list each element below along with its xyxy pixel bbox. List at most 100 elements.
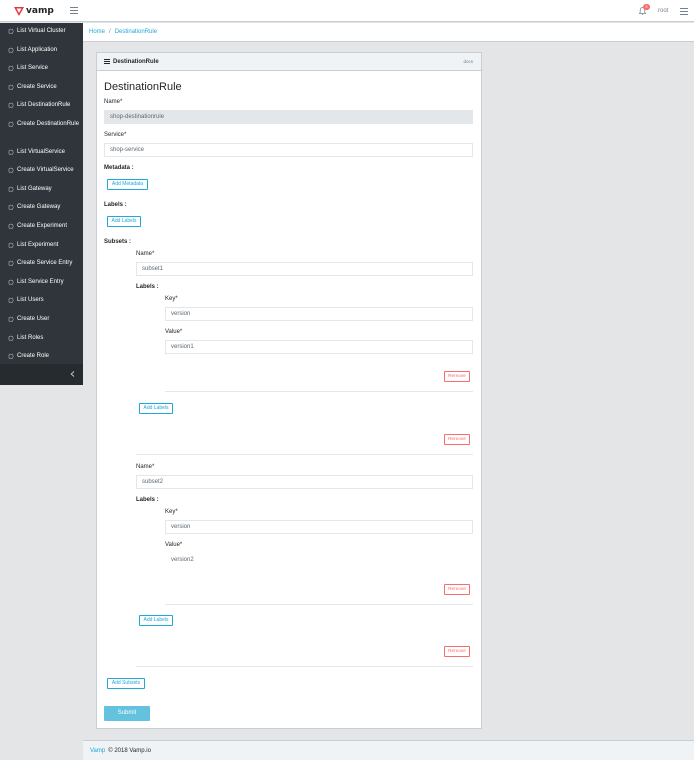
footer-vamp-link[interactable]: Vamp	[90, 748, 105, 754]
sidebar-item-label: List Service	[17, 65, 49, 72]
remove-label-button[interactable]: Remove	[444, 371, 470, 382]
divider	[165, 391, 473, 392]
remove-subset-button[interactable]: Remove	[444, 434, 470, 445]
sidebar-item-create-virtualservice[interactable]: Create VirtualService	[0, 166, 83, 185]
brand[interactable]: vamp	[14, 6, 54, 16]
puzzle-icon	[8, 167, 14, 173]
breadcrumb: Home / DestinationRule	[83, 23, 694, 42]
service-input[interactable]: shop-service	[104, 143, 473, 157]
add-subsets-button[interactable]: Add Subsets	[107, 678, 145, 689]
add-metadata-button[interactable]: Add Metadata	[107, 179, 148, 190]
sidebar-item-create-destinationrule[interactable]: Create DestinationRule	[0, 120, 83, 148]
sidebar-item-label: List Experiment	[17, 241, 59, 248]
sidebar-item-label: Create Experiment	[17, 222, 68, 229]
puzzle-icon	[8, 84, 14, 90]
user-menu[interactable]: root	[658, 8, 668, 14]
value-label: Value*	[165, 542, 183, 548]
sidebar-item-label: List Roles	[17, 334, 44, 341]
sidebar-item-list-service[interactable]: List Service	[0, 64, 83, 83]
sidebar-item-list-virtualservice[interactable]: List VirtualService	[0, 148, 83, 167]
breadcrumb-current: DestinationRule	[114, 29, 158, 35]
puzzle-icon	[8, 335, 14, 340]
puzzle-icon	[8, 28, 14, 34]
subset-name-label: Name*	[136, 464, 155, 470]
sidebar-item-label: Create DestinationRule	[17, 120, 80, 127]
puzzle-icon	[8, 205, 14, 210]
puzzle-icon	[8, 149, 14, 155]
brand-name: vamp	[26, 6, 54, 16]
puzzle-icon	[8, 186, 14, 192]
sidebar: List Virtual Cluster List Application List…	[0, 23, 83, 385]
puzzle-icon	[8, 298, 14, 303]
key-label: Key*	[165, 509, 178, 515]
breadcrumb-home[interactable]: Home	[89, 29, 105, 35]
list-icon	[104, 59, 110, 64]
sidebar-item-list-application[interactable]: List Application	[0, 46, 83, 65]
sidebar-item-label: List Gateway	[17, 185, 52, 192]
form-title: DestinationRule	[104, 81, 182, 93]
sidebar-item-label: Create Gateway	[17, 204, 61, 211]
sidebar-item-list-users[interactable]: List Users	[0, 296, 83, 315]
puzzle-icon	[8, 47, 14, 53]
subset-name-label: Name*	[136, 251, 155, 257]
footer: Vamp © 2018 Vamp.io	[83, 740, 694, 760]
sidebar-item-list-experiment[interactable]: List Experiment	[0, 241, 83, 260]
puzzle-icon	[8, 353, 14, 359]
card-title: DestinationRule	[113, 58, 159, 65]
docs-link[interactable]: docs	[463, 59, 473, 64]
add-subset-labels-button[interactable]: Add Labels	[139, 403, 173, 414]
subset-labels-label: Labels :	[136, 284, 159, 290]
value-input[interactable]: version2	[165, 553, 473, 567]
sidebar-item-create-service-entry[interactable]: Create Service Entry	[0, 259, 83, 278]
sidebar-item-label: List DestinationRule	[17, 102, 71, 109]
value-label: Value*	[165, 329, 183, 335]
app-header: vamp 5 root	[0, 0, 694, 22]
sidebar-item-label: Create Service	[17, 83, 57, 90]
sidebar-toggler-icon[interactable]	[70, 7, 78, 14]
sidebar-item-label: List Application	[17, 46, 58, 53]
sidebar-item-list-gateway[interactable]: List Gateway	[0, 185, 83, 204]
name-label: Name*	[104, 99, 123, 105]
notification-badge: 5	[643, 4, 650, 10]
sidebar-item-create-service[interactable]: Create Service	[0, 83, 83, 102]
footer-copyright: © 2018 Vamp.io	[108, 747, 151, 754]
name-input[interactable]: shop-destinationrule	[104, 110, 473, 124]
key-input[interactable]: version	[165, 307, 473, 321]
key-label: Key*	[165, 296, 178, 302]
remove-subset-button[interactable]: Remove	[444, 646, 470, 657]
subset-name-input[interactable]: subset1	[136, 262, 473, 276]
sidebar-minimizer[interactable]	[0, 364, 83, 385]
add-subset-labels-button[interactable]: Add Labels	[139, 615, 173, 626]
card-header: DestinationRule docs	[97, 53, 481, 71]
sidebar-item-label: List Users	[17, 297, 44, 304]
sidebar-item-list-service-entry[interactable]: List Service Entry	[0, 278, 83, 297]
puzzle-icon	[8, 121, 14, 127]
sidebar-item-label: List Service Entry	[17, 278, 64, 285]
remove-label-button[interactable]: Remove	[444, 584, 470, 595]
sidebar-item-list-virtual-cluster[interactable]: List Virtual Cluster	[0, 27, 83, 46]
metadata-label: Metadata :	[104, 165, 134, 171]
sidebar-item-list-destinationrule[interactable]: List DestinationRule	[0, 101, 83, 120]
puzzle-icon	[8, 223, 14, 229]
sidebar-item-label: Create User	[17, 315, 50, 322]
submit-button[interactable]: Submit	[104, 706, 150, 721]
sidebar-item-label: List Virtual Cluster	[17, 28, 66, 34]
labels-label: Labels :	[104, 202, 127, 208]
sidebar-item-label: List VirtualService	[17, 148, 65, 155]
aside-menu-toggler-icon[interactable]	[680, 8, 688, 15]
sidebar-item-create-user[interactable]: Create User	[0, 315, 83, 334]
puzzle-icon	[8, 260, 14, 266]
divider	[165, 604, 473, 605]
puzzle-icon	[8, 103, 14, 108]
sidebar-item-list-roles[interactable]: List Roles	[0, 334, 83, 353]
puzzle-icon	[8, 65, 14, 71]
breadcrumb-separator: /	[109, 29, 111, 35]
vamp-logo-icon	[14, 6, 24, 16]
divider	[136, 666, 473, 667]
key-input[interactable]: version	[165, 520, 473, 534]
sidebar-item-create-experiment[interactable]: Create Experiment	[0, 222, 83, 241]
value-input[interactable]: version1	[165, 340, 473, 354]
sidebar-item-create-gateway[interactable]: Create Gateway	[0, 203, 83, 222]
add-labels-button[interactable]: Add Labels	[107, 216, 141, 227]
subset-name-input[interactable]: subset2	[136, 475, 473, 489]
